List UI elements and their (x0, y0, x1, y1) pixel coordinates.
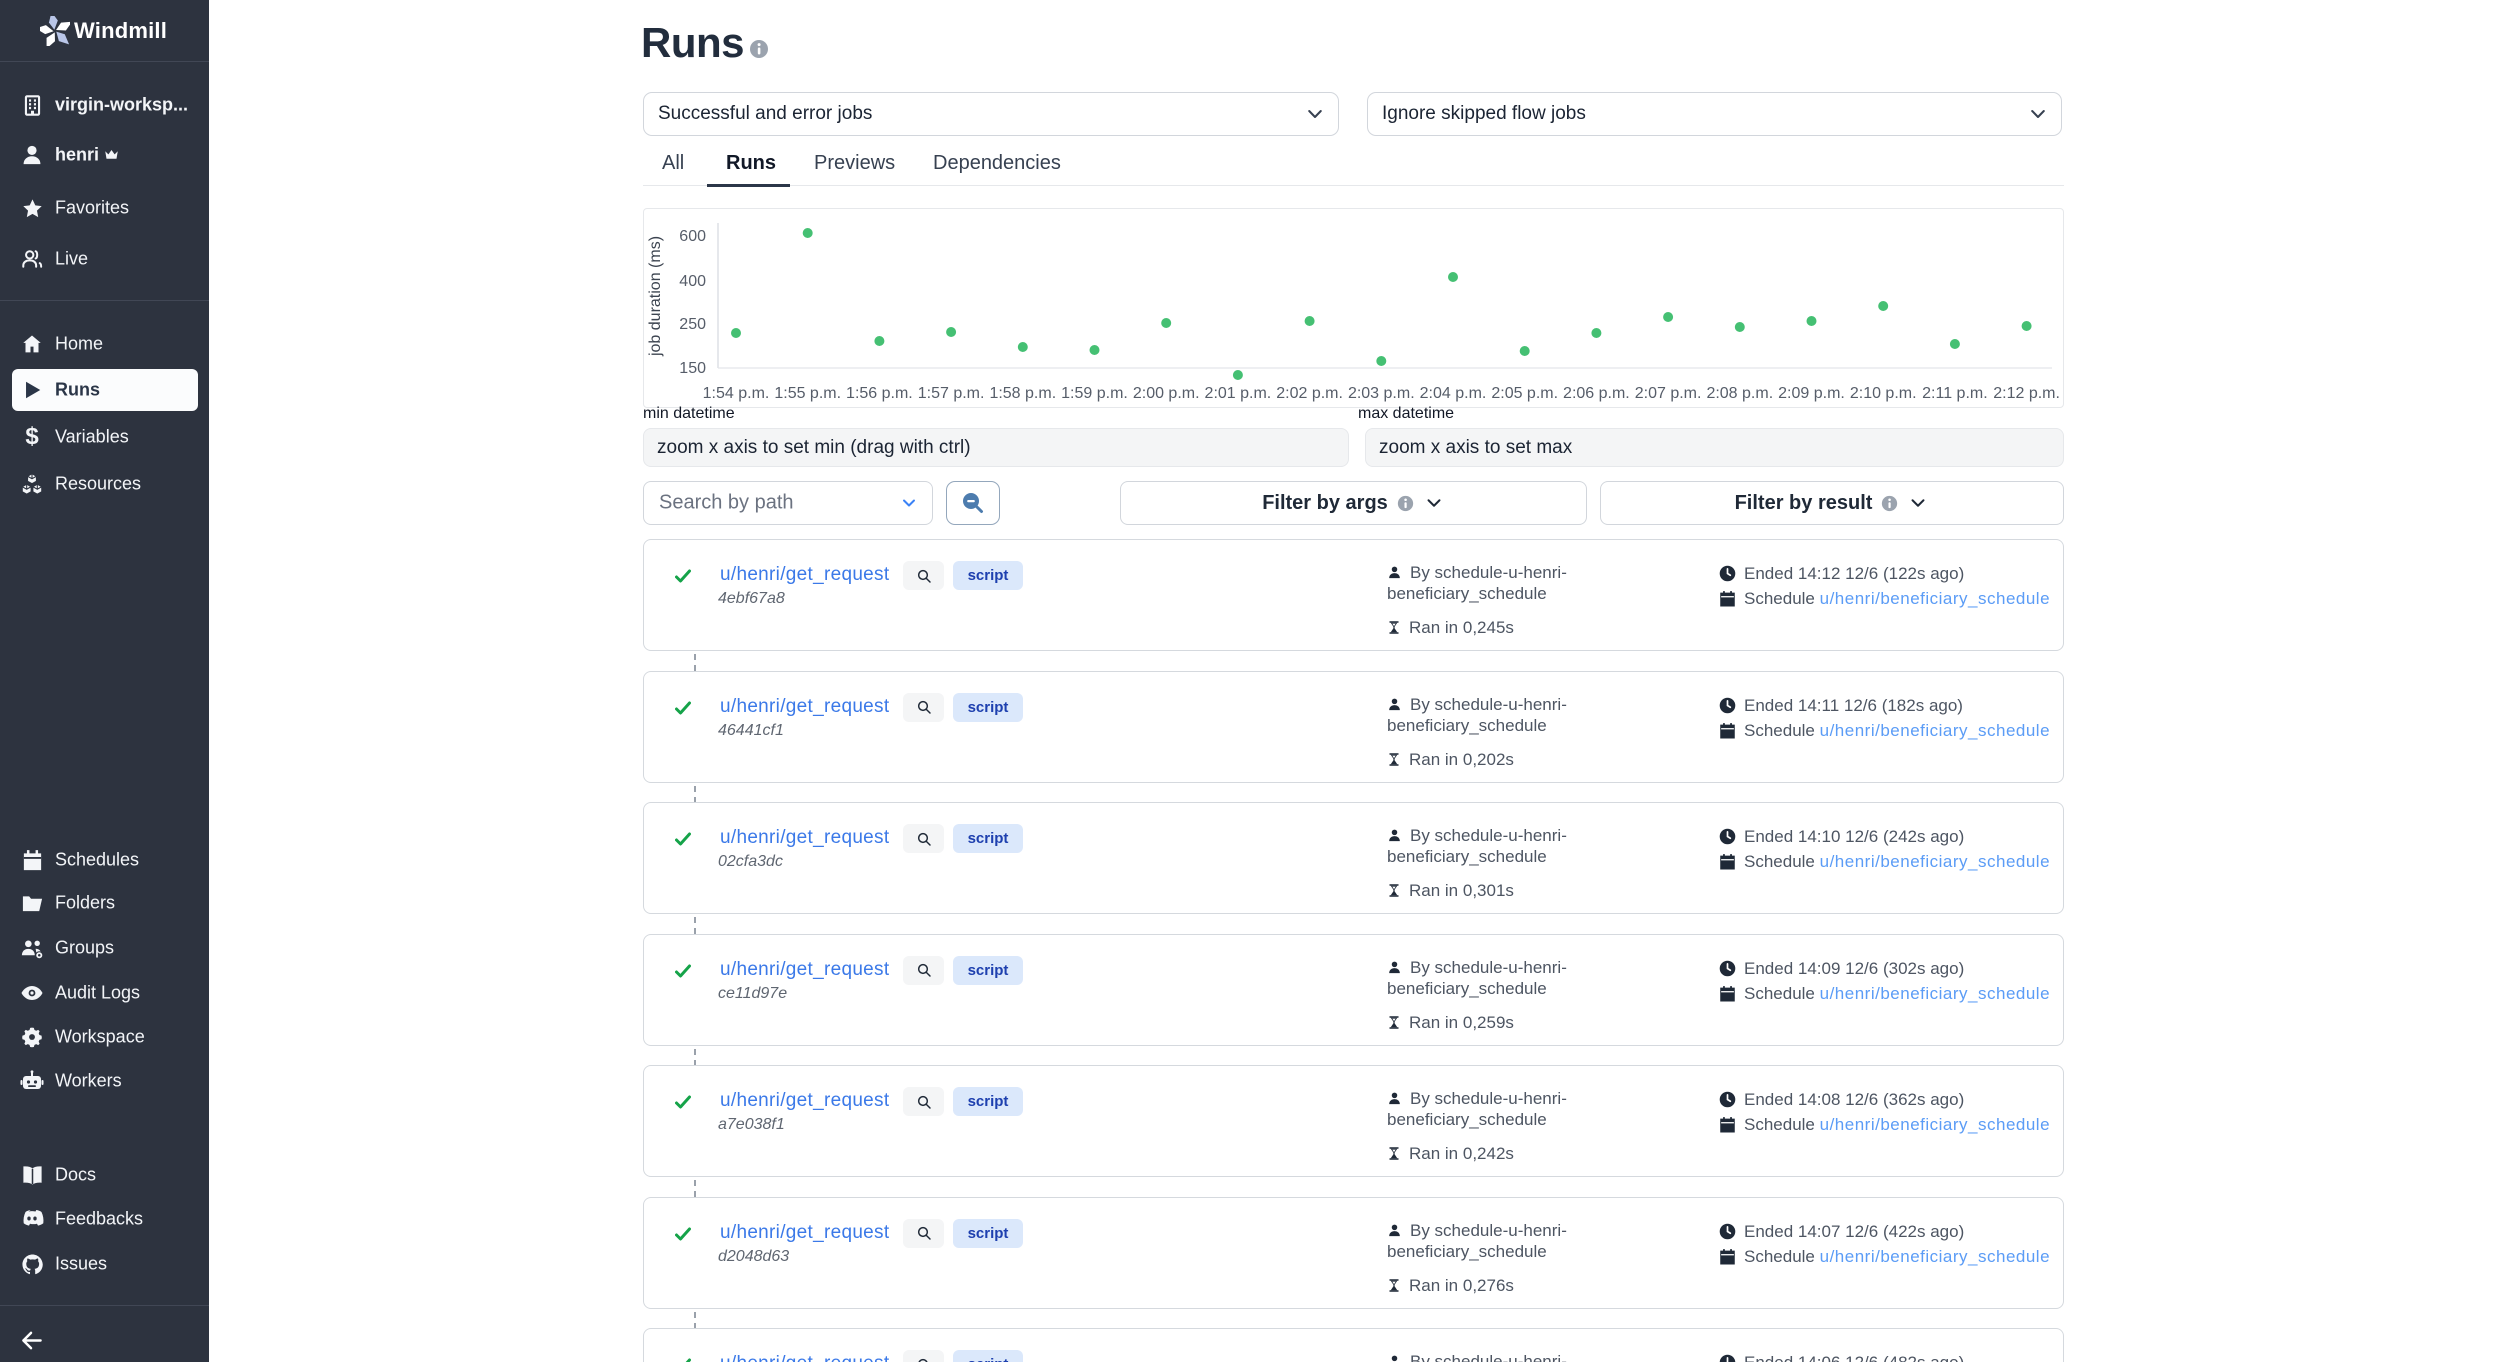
svg-text:2:10 p.m.: 2:10 p.m. (1850, 385, 1917, 402)
svg-text:250: 250 (679, 316, 706, 333)
svg-text:1:54 p.m.: 1:54 p.m. (703, 385, 770, 402)
svg-text:600: 600 (679, 228, 706, 245)
svg-text:2:05 p.m.: 2:05 p.m. (1491, 385, 1558, 402)
svg-text:2:02 p.m.: 2:02 p.m. (1276, 385, 1343, 402)
svg-text:2:12 p.m.: 2:12 p.m. (1993, 385, 2060, 402)
svg-text:1:58 p.m.: 1:58 p.m. (989, 385, 1056, 402)
svg-text:job duration (ms): job duration (ms) (647, 236, 664, 357)
svg-text:150: 150 (679, 360, 706, 377)
svg-text:2:01 p.m.: 2:01 p.m. (1205, 385, 1272, 402)
svg-text:2:00 p.m.: 2:00 p.m. (1133, 385, 1200, 402)
svg-text:1:55 p.m.: 1:55 p.m. (774, 385, 841, 402)
svg-text:2:03 p.m.: 2:03 p.m. (1348, 385, 1415, 402)
svg-text:400: 400 (679, 273, 706, 290)
svg-text:2:11 p.m.: 2:11 p.m. (1922, 385, 1988, 402)
svg-text:2:08 p.m.: 2:08 p.m. (1706, 385, 1773, 402)
svg-text:1:59 p.m.: 1:59 p.m. (1061, 385, 1128, 402)
svg-text:1:57 p.m.: 1:57 p.m. (918, 385, 985, 402)
svg-text:2:07 p.m.: 2:07 p.m. (1635, 385, 1702, 402)
svg-text:2:04 p.m.: 2:04 p.m. (1420, 385, 1487, 402)
svg-text:2:06 p.m.: 2:06 p.m. (1563, 385, 1630, 402)
svg-text:2:09 p.m.: 2:09 p.m. (1778, 385, 1845, 402)
svg-text:1:56 p.m.: 1:56 p.m. (846, 385, 913, 402)
